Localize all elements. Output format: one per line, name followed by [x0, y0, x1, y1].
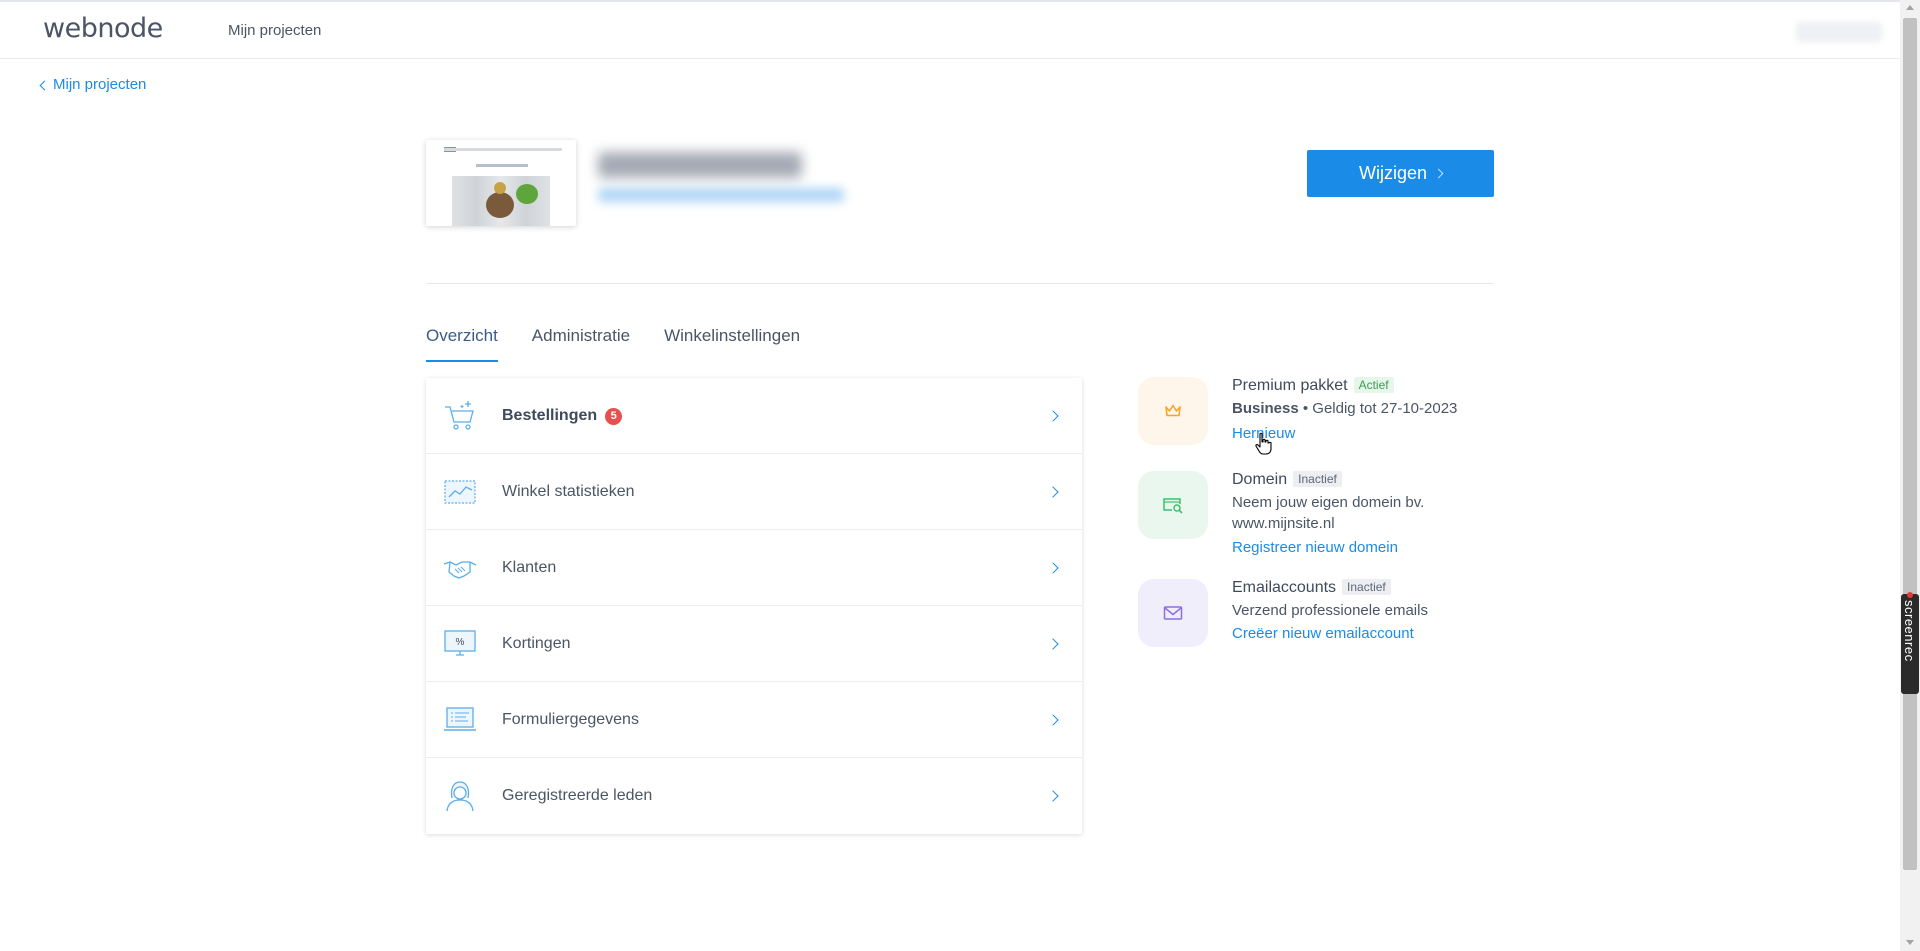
section-divider — [426, 283, 1494, 284]
menu-item-winkel-statistieken[interactable]: Winkel statistieken — [426, 454, 1082, 530]
menu-item-label: Formuliergegevens — [502, 710, 639, 728]
chevron-right-icon — [1047, 562, 1059, 574]
cart-icon — [445, 401, 474, 430]
status-badge: Actief — [1353, 377, 1394, 393]
edit-button[interactable]: Wijzigen — [1307, 150, 1494, 197]
create-email-link[interactable]: Creëer nieuw emailaccount — [1232, 625, 1414, 642]
handshake-icon — [443, 561, 477, 579]
member-person-icon — [446, 781, 474, 812]
menu-item-bestellingen[interactable]: Bestellingen 5 — [426, 378, 1082, 454]
site-name-blurred — [598, 152, 802, 178]
menu-item-klanten[interactable]: Klanten — [426, 530, 1082, 606]
status-badge: Inactief — [1293, 471, 1342, 487]
tab-winkelinstellingen[interactable]: Winkelinstellingen — [664, 326, 800, 362]
plan-validity: • Geldig tot 27-10-2023 — [1298, 400, 1458, 417]
envelope-icon-glyph — [1163, 606, 1183, 620]
plan-name: Business — [1232, 400, 1299, 417]
status-badge: Inactief — [1342, 579, 1391, 595]
menu-item-formuliergegevens[interactable]: Formuliergegevens — [426, 682, 1082, 758]
chevron-right-icon — [1047, 486, 1059, 498]
domain-search-icon — [1138, 471, 1208, 539]
email-title: Emailaccounts Inactief — [1232, 579, 1391, 597]
thumbnail-food — [486, 192, 514, 218]
back-to-projects-link[interactable]: Mijn projecten — [39, 76, 147, 93]
menu-item-label: Bestellingen 5 — [502, 406, 623, 425]
form-laptop-icon — [444, 707, 476, 731]
thumbnail-title — [476, 164, 528, 167]
user-menu-blurred[interactable] — [1796, 22, 1882, 42]
thumbnail-food — [494, 182, 506, 194]
back-link-label: Mijn projecten — [53, 76, 147, 93]
shop-menu-card: Bestellingen 5 Winkel statistieken Klante… — [426, 378, 1082, 834]
screenrec-overlay: screenrec — [1901, 592, 1919, 694]
domain-search-icon-glyph — [1163, 498, 1183, 514]
crown-icon-glyph — [1165, 404, 1181, 417]
envelope-icon — [1138, 579, 1208, 647]
menu-item-kortingen[interactable]: % Kortingen — [426, 606, 1082, 682]
premium-title: Premium pakket Actief — [1232, 377, 1394, 395]
record-dot-icon — [1907, 592, 1913, 598]
domain-description: Neem jouw eigen domein bv. www.mijnsite.… — [1232, 494, 1425, 532]
discount-monitor-icon: % — [444, 630, 476, 656]
tab-overzicht[interactable]: Overzicht — [426, 326, 498, 362]
domain-title: Domein Inactief — [1232, 471, 1342, 489]
svg-text:%: % — [456, 637, 465, 648]
scroll-down-icon[interactable] — [1906, 940, 1914, 945]
hand-cursor-icon — [1255, 432, 1272, 455]
menu-item-label: Geregistreerde leden — [502, 787, 653, 804]
register-domain-link[interactable]: Registreer nieuw domein — [1232, 539, 1398, 556]
chevron-left-icon — [39, 80, 50, 90]
screenrec-label: screenrec — [1902, 600, 1917, 662]
premium-title-text: Premium pakket — [1232, 377, 1348, 394]
chevron-right-icon — [1047, 638, 1059, 650]
scrollbar-thumb[interactable] — [1903, 18, 1917, 870]
orders-count-badge: 5 — [605, 407, 623, 425]
edit-button-label: Wijzigen — [1358, 163, 1428, 183]
menu-item-geregistreerde-leden[interactable]: Geregistreerde leden — [426, 758, 1082, 834]
menu-item-label: Klanten — [502, 558, 557, 576]
menu-item-label: Winkel statistieken — [502, 482, 635, 500]
thumbnail-nav — [444, 148, 562, 151]
email-title-text: Emailaccounts — [1232, 579, 1337, 596]
tab-bar: Overzicht Administratie Winkelinstelling… — [426, 326, 834, 362]
bestellingen-label: Bestellingen — [502, 406, 598, 424]
thumbnail-food — [516, 184, 538, 204]
premium-plan-info: Business • Geldig tot 27-10-2023 — [1232, 398, 1472, 419]
site-url-blurred[interactable] — [598, 188, 844, 202]
site-thumbnail[interactable] — [426, 140, 576, 226]
scroll-up-icon[interactable] — [1906, 5, 1914, 10]
tab-administratie[interactable]: Administratie — [532, 326, 630, 362]
webnode-logo[interactable]: webnode — [43, 13, 163, 44]
statistics-chart-icon — [444, 480, 476, 504]
top-header: webnode Mijn projecten — [0, 2, 1900, 59]
menu-item-label: Kortingen — [502, 634, 571, 652]
chevron-right-icon — [1433, 168, 1444, 179]
email-description: Verzend professionele emails — [1232, 602, 1428, 619]
crown-icon — [1138, 377, 1208, 445]
chevron-right-icon — [1047, 790, 1059, 802]
domain-title-text: Domein — [1232, 471, 1288, 488]
nav-my-projects[interactable]: Mijn projecten — [228, 22, 321, 39]
chevron-right-icon — [1047, 714, 1059, 726]
chevron-right-icon — [1047, 410, 1059, 422]
